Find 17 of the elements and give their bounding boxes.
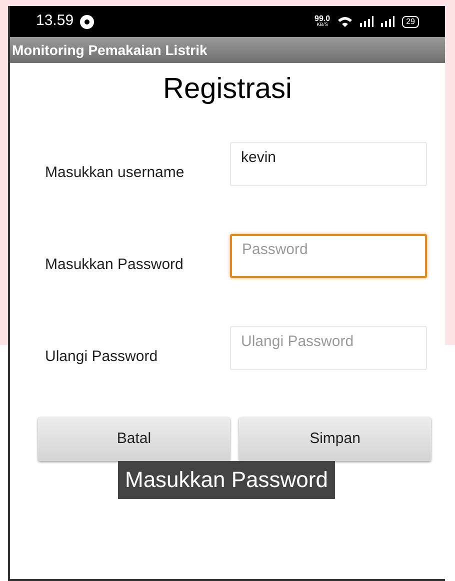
network-speed: 99.0 — [314, 15, 330, 23]
wifi-icon — [337, 16, 354, 28]
clock-time: 13.59 — [36, 11, 74, 32]
text-field[interactable]: kevin — [230, 142, 427, 186]
signal-icon — [381, 16, 396, 27]
page-heading: Registrasi — [163, 72, 292, 106]
field-label: Ulangi Password — [45, 346, 159, 367]
field-label: Masukkan Password — [45, 254, 184, 275]
action-button[interactable]: Simpan — [239, 417, 431, 461]
toast-message: Masukkan Password — [118, 461, 335, 499]
signal-icon — [360, 16, 374, 27]
notification-icon — [80, 14, 94, 28]
text-field[interactable]: Password — [230, 234, 427, 278]
action-button[interactable]: Batal — [38, 417, 230, 461]
battery-indicator: 29 — [402, 16, 419, 28]
app-title: Monitoring Pemakaian Listrik — [12, 40, 208, 60]
field-label: Masukkan username — [45, 162, 186, 183]
